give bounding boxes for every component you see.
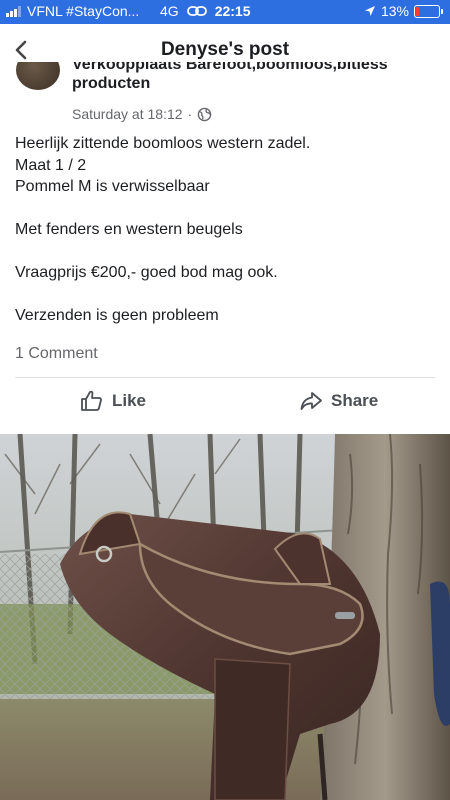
share-label: Share	[331, 391, 379, 410]
post-line: Verzenden is geen probleem	[15, 307, 219, 324]
author-name-line1[interactable]: Verkoopplaats Barefoot,boomloos,bitless	[72, 62, 432, 74]
post-line: Heerlijk zittende boomloos western zadel…	[15, 135, 311, 152]
author-name[interactable]: Verkoopplaats Barefoot,boomloos,bitless …	[72, 62, 432, 93]
globe-icon	[197, 107, 212, 121]
saddle-photo	[0, 434, 450, 800]
share-button[interactable]: Share	[299, 389, 378, 413]
network-label: 4G	[160, 3, 179, 19]
meta-separator: ·	[187, 106, 193, 122]
status-bar: VFNL #StayCon... 4G 22:15 13%	[0, 0, 450, 24]
battery-fill	[416, 6, 419, 16]
author-name-line2[interactable]: producten	[72, 75, 150, 92]
link-icon	[186, 6, 207, 16]
post-line-blank	[15, 284, 435, 306]
post-line: Met fenders en western beugels	[15, 221, 243, 238]
status-right: 13%	[364, 3, 443, 19]
post-header: Verkoopplaats Barefoot,boomloos,bitless …	[0, 62, 450, 128]
status-left: VFNL #StayCon...	[6, 3, 139, 19]
post-text: Heerlijk zittende boomloos western zadel…	[15, 133, 435, 327]
time-label: 22:15	[214, 3, 251, 19]
post-line-blank	[15, 241, 435, 263]
comment-count[interactable]: 1 Comment	[15, 345, 98, 363]
timestamp[interactable]: Saturday at 18:12	[72, 106, 183, 122]
post-photo[interactable]	[0, 434, 450, 800]
action-bar: Like Share	[0, 378, 450, 426]
share-arrow-icon	[300, 392, 322, 410]
post-line: Vraagprijs €200,- goed bod mag ook.	[15, 264, 278, 281]
signal-icon	[6, 5, 21, 17]
post-line: Maat 1 / 2	[15, 156, 87, 174]
page-title: Denyse's post	[160, 39, 290, 60]
post-line-blank	[15, 198, 435, 220]
status-center: 4G 22:15	[160, 3, 251, 19]
like-button[interactable]: Like	[80, 389, 146, 413]
battery-percent: 13%	[380, 3, 409, 19]
thumbs-up-icon	[81, 390, 102, 411]
battery-icon	[414, 4, 443, 18]
avatar[interactable]	[16, 62, 60, 90]
like-label: Like	[112, 391, 147, 410]
post-meta: Saturday at 18:12 ·	[72, 106, 212, 122]
post-line: Pommel M is verwisselbaar	[15, 178, 210, 195]
carrier-label: VFNL #StayCon...	[27, 3, 140, 19]
location-arrow-icon	[364, 6, 375, 16]
